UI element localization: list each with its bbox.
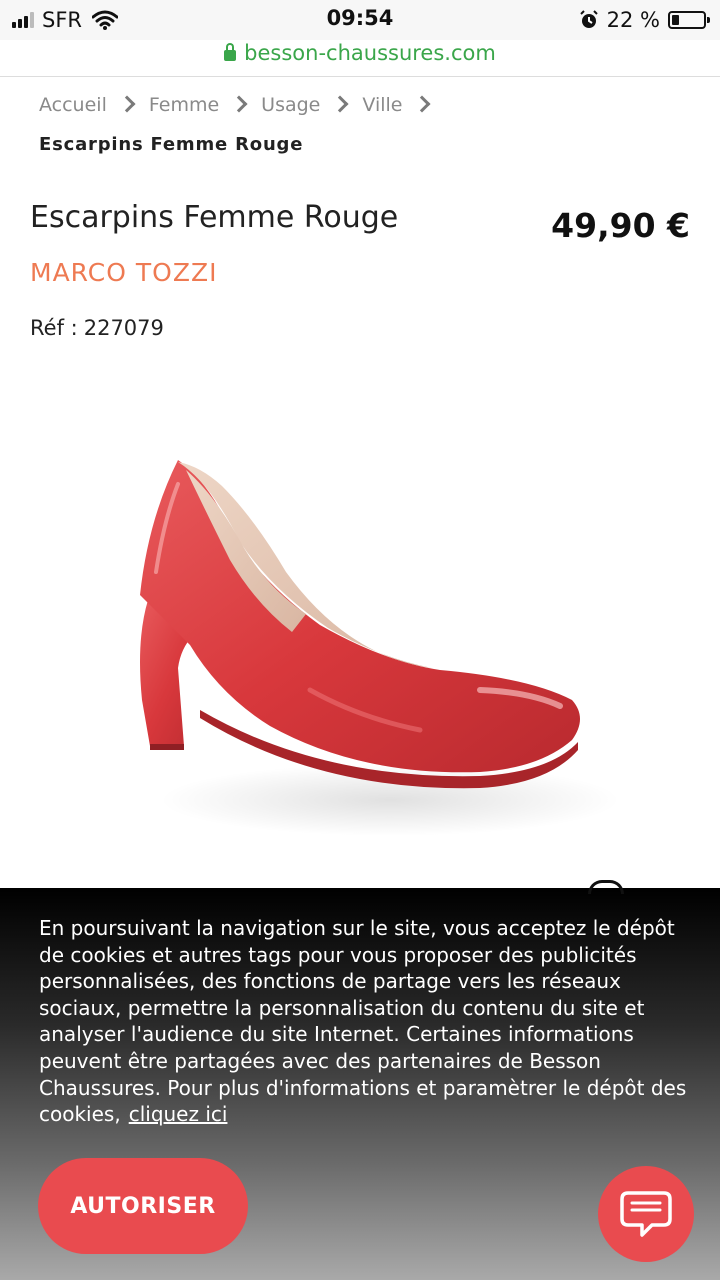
address-bar[interactable]: besson-chaussures.com	[0, 38, 720, 68]
breadcrumb-item-femme[interactable]: Femme	[149, 94, 219, 116]
chat-bubble-icon	[620, 1191, 672, 1237]
status-right: 22 %	[579, 6, 710, 34]
product-brand[interactable]: MARCO TOZZI	[30, 258, 217, 287]
cookie-message: En poursuivant la navigation sur le site…	[39, 915, 699, 1128]
product-price: 49,90 €	[551, 206, 690, 245]
cookie-text: En poursuivant la navigation sur le site…	[39, 916, 687, 1127]
breadcrumb-item-accueil[interactable]: Accueil	[39, 94, 107, 116]
chat-button[interactable]	[598, 1166, 694, 1262]
battery-percent: 22 %	[606, 8, 660, 32]
alarm-icon	[579, 10, 598, 28]
chat-peek-icon	[588, 880, 624, 894]
reference-label: Réf :	[30, 316, 78, 340]
address-url: besson-chaussures.com	[244, 41, 496, 65]
lock-icon	[224, 43, 237, 61]
product-title: Escarpins Femme Rouge	[30, 200, 399, 235]
breadcrumb-item-usage[interactable]: Usage	[261, 94, 320, 116]
chevron-right-icon	[230, 95, 248, 113]
authorize-cookies-button[interactable]: AUTORISER	[38, 1158, 248, 1254]
breadcrumb-current: Escarpins Femme Rouge	[39, 134, 304, 155]
breadcrumb: Accueil Femme Usage Ville	[39, 94, 444, 116]
cookie-settings-link[interactable]: cliquez ici	[129, 1102, 228, 1126]
chevron-right-icon	[118, 95, 136, 113]
product-reference: Réf : 227079	[30, 316, 164, 340]
header-divider	[0, 76, 720, 77]
battery-icon	[668, 11, 710, 29]
reference-value: 227079	[83, 316, 164, 340]
chevron-right-icon	[331, 95, 349, 113]
breadcrumb-item-ville[interactable]: Ville	[362, 94, 402, 116]
product-image[interactable]	[60, 400, 660, 890]
chevron-right-icon	[413, 95, 431, 113]
status-bar: SFR 09:54 22 % besson-chaussures.com	[0, 0, 720, 65]
